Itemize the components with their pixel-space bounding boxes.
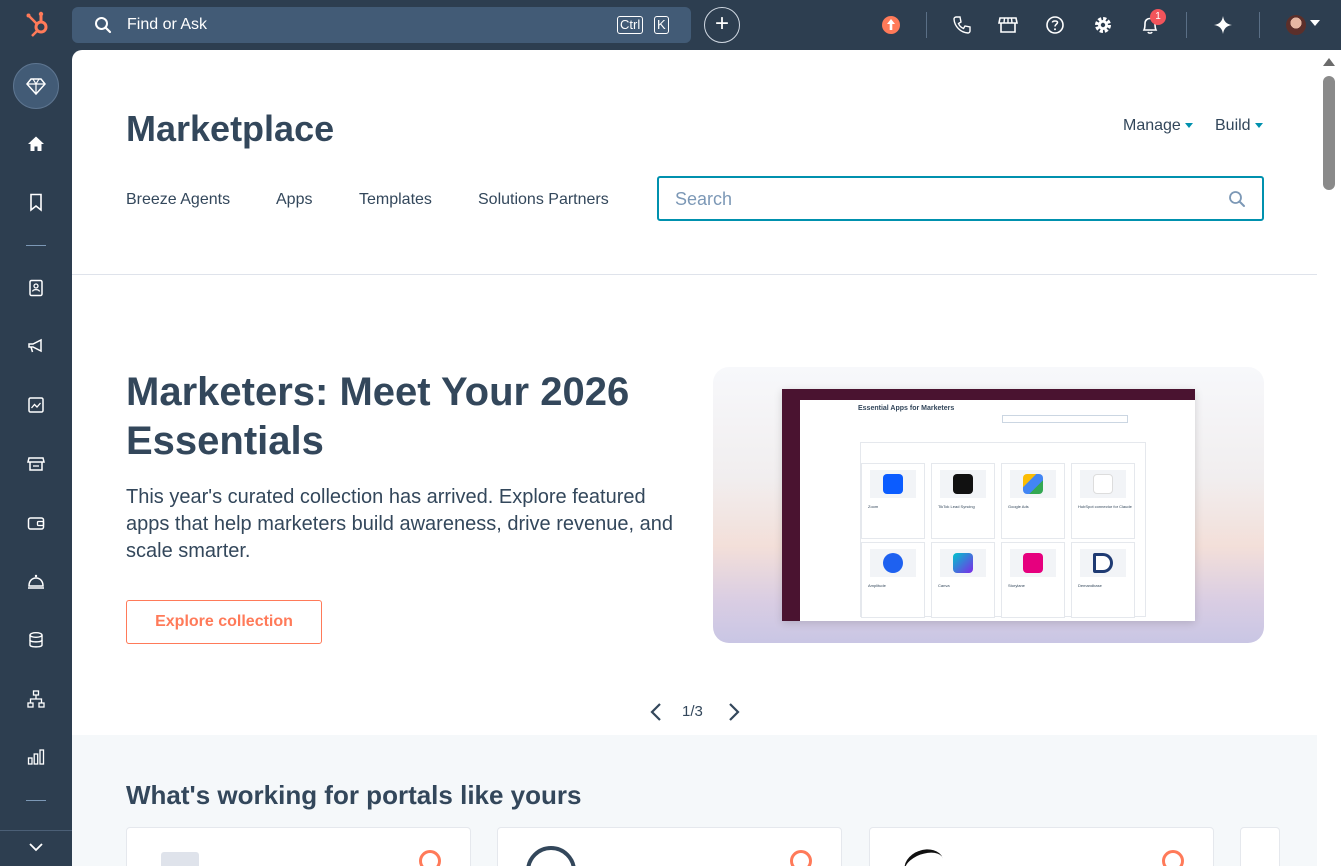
chevron-right-icon[interactable] xyxy=(727,702,741,722)
mock-app-name: Amplitude xyxy=(868,583,886,588)
manage-menu-label: Manage xyxy=(1123,117,1181,134)
section-title: What's working for portals like yours xyxy=(126,780,582,810)
build-menu-label: Build xyxy=(1215,117,1251,134)
divider xyxy=(926,12,927,38)
hero-image-screenshot: Essential Apps for Marketers Zoom TikTok… xyxy=(782,389,1195,621)
home-icon[interactable] xyxy=(26,134,46,154)
hubspot-logo[interactable] xyxy=(24,10,52,38)
mock-app-name: Zoom xyxy=(868,504,879,509)
create-button[interactable]: + xyxy=(704,7,740,43)
mock-sidebar xyxy=(782,400,800,621)
explore-collection-button[interactable]: Explore collection xyxy=(126,600,322,644)
global-search-bar[interactable]: Find or Ask Ctrl K xyxy=(72,7,691,43)
top-navigation-bar: Find or Ask Ctrl K + 1 xyxy=(0,0,1341,50)
ai-sparkle-icon[interactable] xyxy=(1212,14,1234,36)
marketplace-icon[interactable] xyxy=(997,14,1019,36)
mock-app-card: Storylane xyxy=(1001,542,1065,618)
notification-badge: 1 xyxy=(1150,9,1166,25)
carousel-page-indicator: 1/3 xyxy=(682,703,703,720)
sidebar-divider xyxy=(26,245,46,246)
reporting-icon[interactable] xyxy=(26,747,46,767)
tab-breeze-agents[interactable]: Breeze Agents xyxy=(126,191,230,209)
marketplace-header: Marketplace Manage Build Breeze Agents A… xyxy=(72,50,1317,275)
hero-title: Marketers: Meet Your 2026 Essentials xyxy=(126,370,630,463)
page-title: Marketplace xyxy=(126,108,335,149)
settings-icon[interactable] xyxy=(1092,14,1114,36)
recommendation-card[interactable] xyxy=(126,827,471,866)
sidebar-divider xyxy=(26,800,46,801)
tab-templates[interactable]: Templates xyxy=(359,191,432,209)
recommendation-card[interactable] xyxy=(497,827,842,866)
hero-image[interactable]: Essential Apps for Marketers Zoom TikTok… xyxy=(713,367,1264,643)
commerce-icon[interactable] xyxy=(26,454,46,474)
phone-icon[interactable] xyxy=(951,14,973,36)
marketplace-search-field[interactable] xyxy=(657,176,1264,221)
mock-topbar xyxy=(782,389,1195,400)
diamond-icon xyxy=(26,78,46,96)
hero-description: This year's curated collection has arriv… xyxy=(126,486,673,562)
app-logo xyxy=(526,846,576,866)
chevron-left-icon[interactable] xyxy=(649,702,663,722)
recommendations-section: What's working for portals like yours xyxy=(72,735,1317,866)
chevron-down-icon[interactable] xyxy=(26,837,46,857)
avatar[interactable] xyxy=(1286,15,1306,35)
global-search-label: Find or Ask xyxy=(127,16,208,33)
caret-down-icon xyxy=(1184,123,1193,129)
divider xyxy=(1259,12,1260,38)
shortcut-ctrl-key: Ctrl xyxy=(617,16,644,34)
manage-menu[interactable]: Manage xyxy=(1123,117,1193,135)
app-logo xyxy=(900,844,948,866)
scroll-up-arrow-icon[interactable] xyxy=(1323,58,1335,66)
mock-app-name: Storylane xyxy=(1008,583,1025,588)
automation-icon[interactable] xyxy=(26,689,46,709)
hero-image-title: Essential Apps for Marketers xyxy=(858,405,955,412)
tab-apps[interactable]: Apps xyxy=(276,191,312,209)
mock-app-name: TikTok Lead Syncing xyxy=(938,504,975,509)
scrollbar[interactable] xyxy=(1317,50,1341,866)
sidebar-divider xyxy=(0,830,72,831)
recommendation-card[interactable] xyxy=(869,827,1214,866)
hubspot-badge-icon xyxy=(790,850,812,866)
mock-app-name: Canva xyxy=(938,583,950,588)
mock-app-card: HubSpot connector for Claude xyxy=(1071,463,1135,539)
service-icon[interactable] xyxy=(26,571,46,591)
mock-app-name: HubSpot connector for Claude xyxy=(1078,504,1132,509)
upgrade-icon[interactable] xyxy=(880,14,902,36)
mock-app-card: Google Ads xyxy=(1001,463,1065,539)
search-icon[interactable] xyxy=(1228,190,1246,208)
build-menu[interactable]: Build xyxy=(1215,117,1263,135)
mock-app-card: Demandbase xyxy=(1071,542,1135,618)
data-icon[interactable] xyxy=(26,630,46,650)
hubspot-badge-icon xyxy=(1162,850,1184,866)
help-icon[interactable] xyxy=(1044,14,1066,36)
caret-down-icon xyxy=(1254,123,1263,129)
marketplace-search-input[interactable] xyxy=(675,188,1215,210)
mock-app-name: Google Ads xyxy=(1008,504,1029,509)
left-sidebar xyxy=(0,50,72,866)
tab-solutions-partners[interactable]: Solutions Partners xyxy=(478,191,609,209)
mock-search xyxy=(1002,415,1128,423)
divider xyxy=(1186,12,1187,38)
shortcut-k-key: K xyxy=(654,16,669,34)
bookmark-icon[interactable] xyxy=(26,192,46,212)
content-icon[interactable] xyxy=(26,395,46,415)
wallet-icon[interactable] xyxy=(26,513,46,533)
hubspot-badge-icon xyxy=(419,850,441,866)
main-content: Marketplace Manage Build Breeze Agents A… xyxy=(72,50,1341,866)
mock-app-name: Demandbase xyxy=(1078,583,1102,588)
search-icon xyxy=(95,17,112,34)
mock-app-grid: Zoom TikTok Lead Syncing Google Ads HubS… xyxy=(860,442,1146,618)
recommendation-card[interactable] xyxy=(1240,827,1280,866)
mock-app-card: Canva xyxy=(931,542,995,618)
mock-app-card: Zoom xyxy=(861,463,925,539)
app-logo xyxy=(161,852,199,866)
scrollbar-thumb[interactable] xyxy=(1323,76,1335,190)
marketing-icon[interactable] xyxy=(26,336,46,356)
contacts-icon[interactable] xyxy=(26,278,46,298)
account-menu-caret-icon[interactable] xyxy=(1310,20,1320,26)
mock-app-card: TikTok Lead Syncing xyxy=(931,463,995,539)
mock-app-card: Amplitude xyxy=(861,542,925,618)
